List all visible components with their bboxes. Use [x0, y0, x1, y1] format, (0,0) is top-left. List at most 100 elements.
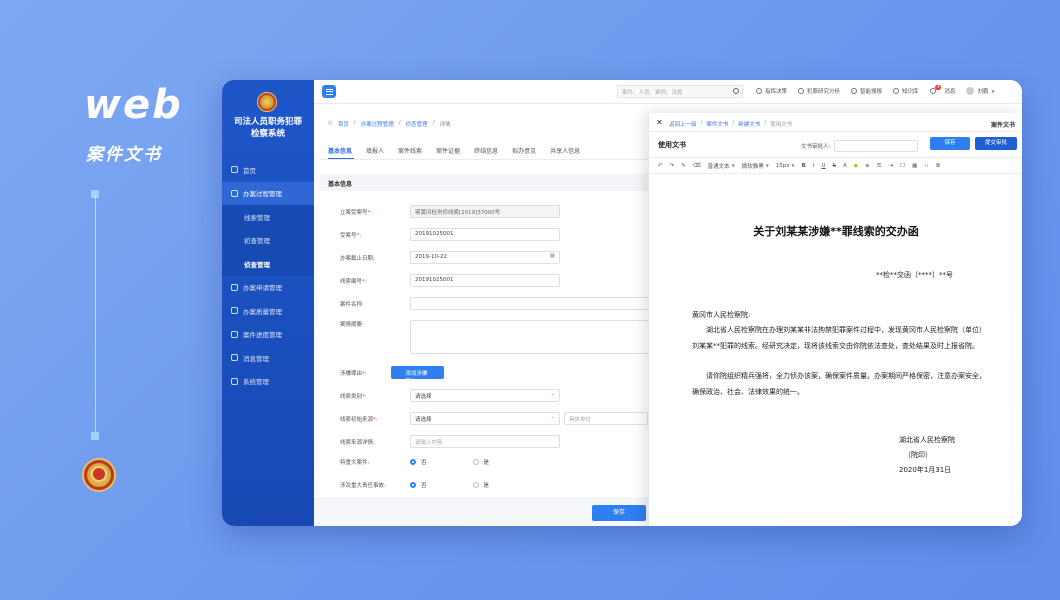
font-select[interactable]: 微软雅黑 ▼ — [742, 162, 769, 170]
sidebar-item-quality[interactable]: 办案质量管理 — [222, 299, 314, 323]
document-recipient: 黄冈市人民检察院: — [692, 311, 751, 319]
deadline-date-field[interactable]: 2019-10-22 ▦ — [410, 251, 560, 264]
reviewer-field-group: 文书审批人: — [801, 140, 919, 152]
align-icon[interactable]: ≡ — [865, 163, 870, 169]
field-label: 涉嫌罪由*: — [340, 370, 367, 377]
sidebar-nav: 首页 办案过程管理 线索管理 初查管理 侦查管理 办案申请管理 办案质量管理 案… — [222, 158, 314, 393]
save-button[interactable]: 保存 — [592, 505, 646, 521]
sidebar-item-application[interactable]: 办案申请管理 — [222, 276, 314, 300]
search-input[interactable]: 案件、人员、案例、法规 — [617, 85, 743, 98]
add-charge-button[interactable]: 添加涉嫌罪由 — [391, 366, 444, 385]
paragraph-select[interactable]: 普通文本 ▼ — [708, 162, 735, 170]
code-icon[interactable]: ‹› — [924, 163, 928, 169]
accident-no-radio[interactable]: 否 — [410, 481, 427, 489]
breadcrumb-case-docs[interactable]: 案件文书 — [706, 120, 728, 128]
tab-opinion[interactable]: 拟办意见 — [512, 146, 536, 155]
editor-toolbar: ↶ ↷ ✎ ⌫ 普通文本 ▼ 微软雅黑 ▼ 15px ▼ B I U S A ◆ ≡ … — [649, 157, 1022, 174]
tool-analysis[interactable]: 犯罪研究分析 — [798, 87, 840, 95]
tab-sharers[interactable]: 共享人信息 — [550, 146, 580, 155]
clear-format-icon[interactable]: ⌫ — [693, 163, 701, 169]
form-row: 线索编号*: 20191025001 — [340, 274, 560, 287]
user-menu[interactable]: 刘鹏 ▼ — [966, 87, 995, 95]
hero-subtitle: 案件文书 — [86, 145, 162, 165]
bold-button[interactable]: B — [802, 163, 806, 169]
tool-search[interactable]: 智能搜报 — [851, 87, 882, 95]
breadcrumb-investigation[interactable]: 侦查管理 — [406, 120, 428, 128]
indent-icon[interactable]: ⇥ — [889, 163, 894, 169]
accident-yes-radio[interactable]: 是 — [472, 481, 489, 489]
list-icon[interactable]: ☰ — [877, 163, 882, 169]
field-label: 线索初始来源*: — [340, 416, 378, 423]
calendar-icon[interactable]: ▦ — [550, 253, 555, 259]
font-size-select[interactable]: 15px ▼ — [776, 163, 795, 169]
menu-toggle-button[interactable] — [322, 85, 336, 98]
tab-conclusion[interactable]: 终结信息 — [474, 146, 498, 155]
redo-icon[interactable]: ↷ — [670, 163, 675, 169]
tab-basic-info[interactable]: 基本信息 — [328, 146, 352, 155]
undo-icon[interactable]: ↶ — [658, 163, 663, 169]
specific-unit-field[interactable]: 具体单位 — [564, 412, 648, 425]
sidebar-item-system[interactable]: 系统管理 — [222, 370, 314, 394]
panel-title: 使用文书 — [658, 141, 686, 149]
close-icon[interactable]: ✕ — [656, 118, 663, 127]
back-link[interactable]: 返回上一级 — [669, 120, 697, 128]
accept-number-field[interactable]: 20191025001 — [410, 228, 560, 241]
document-paragraph: 湖北省人民检察院在办理刘某某非法拘禁犯罪案件过程中，发现黄冈市人民检察院（单位）… — [692, 326, 986, 350]
tool-decision[interactable]: 指挥决策 — [756, 87, 787, 95]
avatar — [966, 87, 975, 95]
breadcrumb-new-doc[interactable]: 新建文书 — [738, 120, 760, 128]
sidebar-item-label: 首页 — [243, 166, 256, 175]
case-name-field[interactable] — [410, 297, 650, 310]
breadcrumb-case-process[interactable]: 办案过程管理 — [361, 120, 394, 128]
system-title-line2: 检察系统 — [250, 129, 285, 139]
reviewer-input[interactable] — [834, 140, 919, 152]
clue-number-field[interactable]: 20191025001 — [410, 274, 560, 287]
breadcrumb-home[interactable]: 首页 — [338, 120, 349, 128]
sidebar-item-clue[interactable]: 线索管理 — [222, 205, 314, 229]
clue-category-select[interactable]: 请选择 ⌄ — [410, 389, 560, 402]
process-icon — [231, 189, 238, 197]
sidebar-item-investigation[interactable]: 侦查管理 — [222, 252, 314, 276]
sidebar-item-case-process[interactable]: 办案过程管理 — [222, 181, 314, 205]
checkbox-icon[interactable]: ☐ — [900, 163, 905, 169]
panel-save-button[interactable]: 保存 — [930, 137, 970, 150]
field-label: 线索编号*: — [340, 278, 367, 285]
clue-source-select[interactable]: 请选择 ⌄ — [410, 412, 560, 425]
user-name: 刘鹏 — [977, 89, 989, 95]
sidebar-item-preliminary[interactable]: 初查管理 — [222, 228, 314, 252]
sidebar-item-label: 办案申请管理 — [243, 284, 282, 293]
form-row: 立案受案号*: 鄂黄冈检刑侦线索[2019]37000号 — [340, 205, 560, 218]
tab-evidence[interactable]: 案件证据 — [436, 146, 460, 155]
underline-button[interactable]: U — [821, 163, 825, 169]
breadcrumb: ◎ 首页 / 办案过程管理 / 侦查管理 / 详情 — [328, 120, 451, 128]
strikethrough-button[interactable]: S — [832, 163, 836, 169]
chevron-down-icon: ▼ — [991, 88, 995, 94]
table-icon[interactable]: ▦ — [912, 163, 917, 169]
top-tools: 指挥决策 犯罪研究分析 智能搜报 知识库 3 消息 刘鹏 ▼ — [756, 84, 995, 95]
sidebar-item-messages[interactable]: 消息管理 — [222, 346, 314, 370]
sidebar-item-home[interactable]: 首页 — [222, 158, 314, 182]
field-label: 线索来源详情: — [340, 439, 375, 446]
deco-dot — [91, 432, 99, 440]
brush-icon[interactable]: ✎ — [681, 163, 686, 169]
tool-messages[interactable]: 3 消息 — [929, 84, 955, 95]
application-icon — [231, 283, 238, 291]
system-title: 司法人员职务犯罪 检察系统 — [222, 116, 314, 140]
italic-button[interactable]: I — [813, 163, 815, 169]
tool-knowledge[interactable]: 知识库 — [893, 87, 919, 95]
sidebar: 司法人员职务犯罪 检察系统 首页 办案过程管理 线索管理 初查管理 侦查管理 办… — [222, 80, 314, 526]
field-label: 特重大案件: — [340, 460, 370, 466]
major-case-yes-radio[interactable]: 是 — [472, 458, 489, 466]
submit-approval-button[interactable]: 提交审批 — [975, 137, 1017, 150]
sidebar-item-progress[interactable]: 案件进度管理 — [222, 323, 314, 347]
clue-source-detail-field[interactable]: 请输入内容 — [410, 435, 560, 448]
search-icon[interactable] — [733, 88, 739, 94]
tab-reporter[interactable]: 填报人 — [366, 146, 384, 155]
tab-case-clues[interactable]: 案件线索 — [398, 146, 422, 155]
case-summary-textarea[interactable] — [410, 320, 650, 354]
highlight-icon[interactable]: ◆ — [854, 163, 858, 169]
form-row: 案情摘要: — [340, 320, 650, 354]
major-case-no-radio[interactable]: 否 — [410, 458, 427, 466]
align-menu-icon[interactable]: ≣ — [936, 163, 941, 169]
text-color-icon[interactable]: A — [843, 163, 847, 169]
